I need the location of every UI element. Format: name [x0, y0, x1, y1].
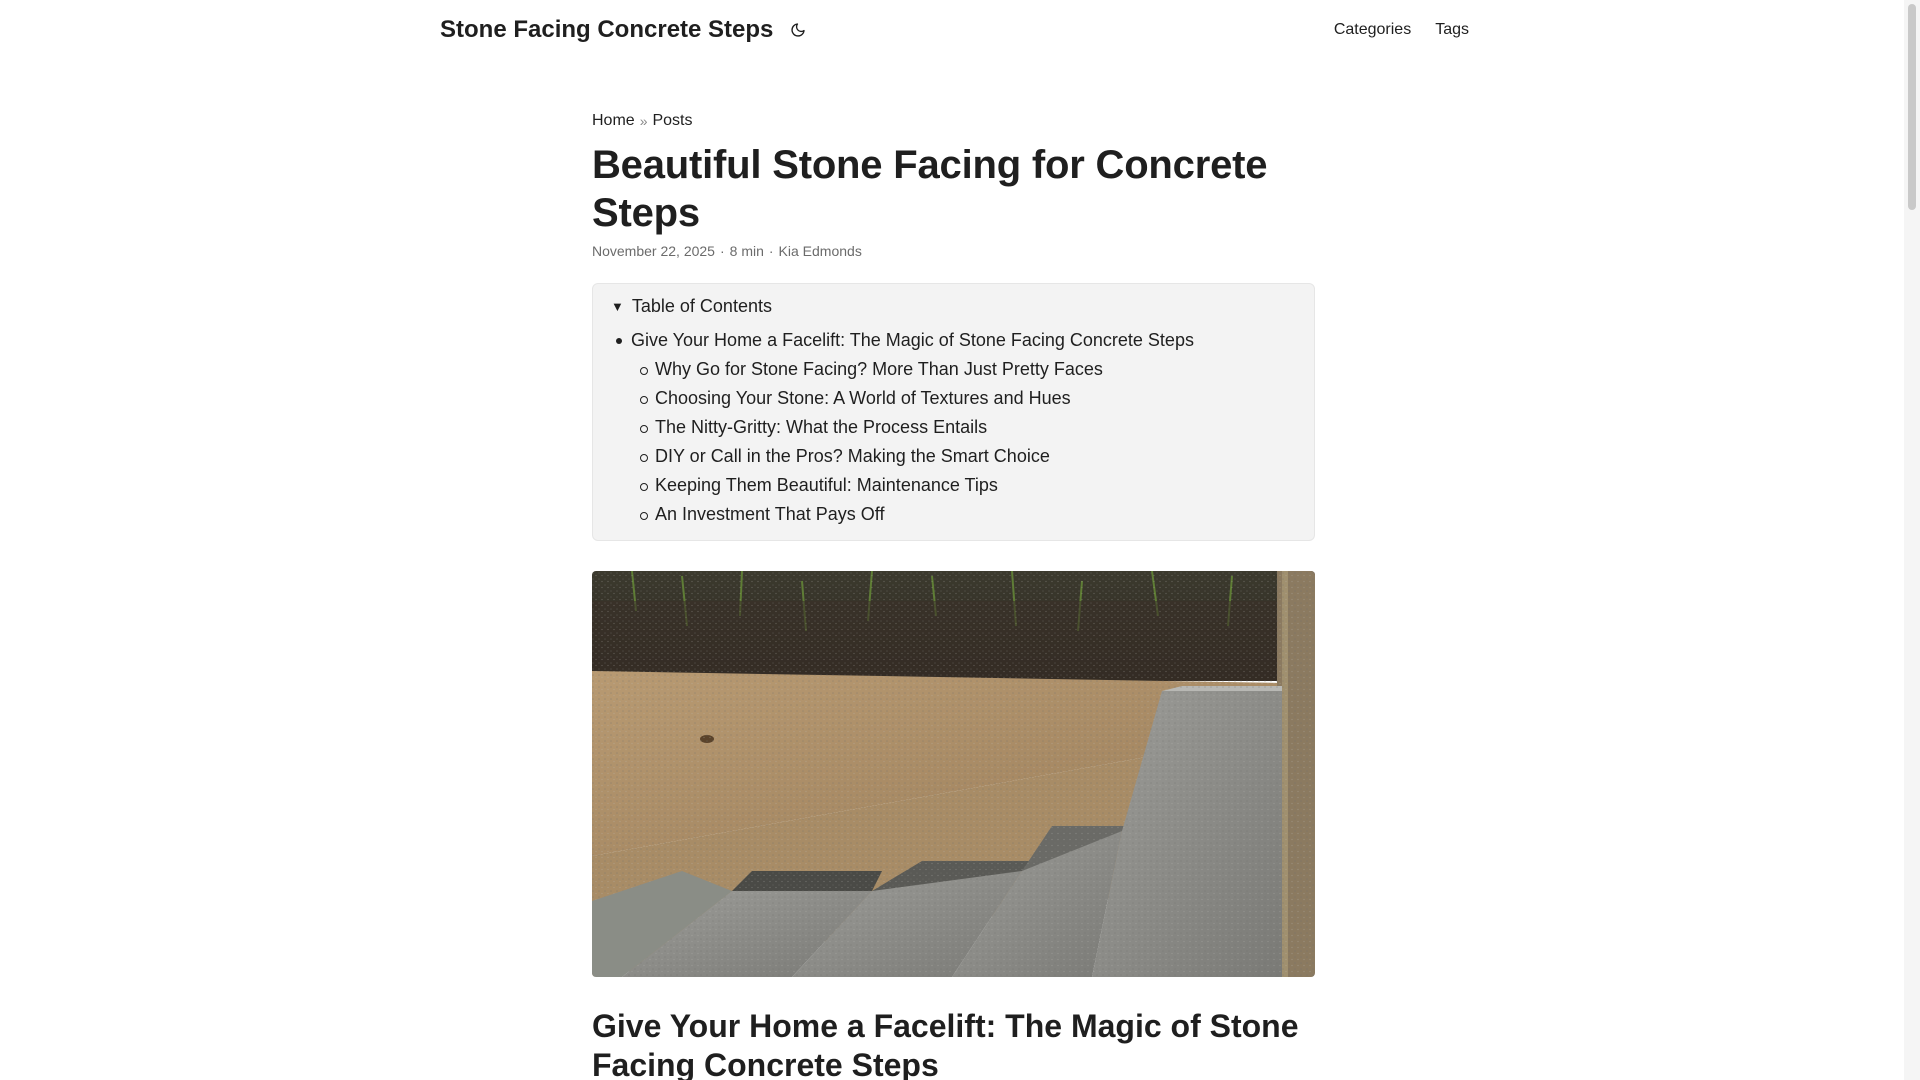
toc-link[interactable]: Why Go for Stone Facing? More Than Just …	[655, 359, 1103, 379]
main-content: Home » Posts Beautiful Stone Facing for …	[592, 110, 1315, 1080]
meta-separator: ·	[719, 243, 725, 259]
toc-subitem: Choosing Your Stone: A World of Textures…	[640, 386, 1296, 410]
logo-switches: Stone Facing Concrete Steps	[440, 16, 809, 44]
scrollbar-thumb[interactable]	[1908, 4, 1916, 210]
scrollbar[interactable]	[1904, 0, 1920, 1080]
toc-sublist: Why Go for Stone Facing? More Than Just …	[631, 357, 1296, 526]
breadcrumb: Home » Posts	[592, 110, 1315, 132]
triangle-down-icon: ▼	[611, 298, 624, 314]
post-meta: November 22, 2025 · 8 min · Kia Edmonds	[592, 243, 1315, 259]
toc-subitem: DIY or Call in the Pros? Making the Smar…	[640, 444, 1296, 468]
post-read-time: 8 min	[729, 243, 764, 259]
toc-link[interactable]: Keeping Them Beautiful: Maintenance Tips	[655, 475, 998, 495]
toc-item: Give Your Home a Facelift: The Magic of …	[616, 328, 1296, 526]
nav-item-tags[interactable]: Tags	[1435, 21, 1469, 39]
breadcrumb-posts-link[interactable]: Posts	[652, 112, 692, 130]
toc-link[interactable]: Give Your Home a Facelift: The Magic of …	[631, 330, 1194, 350]
toc-subitem: Keeping Them Beautiful: Maintenance Tips	[640, 473, 1296, 497]
toc-link[interactable]: The Nitty-Gritty: What the Process Entai…	[655, 417, 987, 437]
toc-link[interactable]: Choosing Your Stone: A World of Textures…	[655, 388, 1071, 408]
cover-image	[592, 571, 1315, 977]
toc-link[interactable]: DIY or Call in the Pros? Making the Smar…	[655, 446, 1050, 466]
nav-item-categories[interactable]: Categories	[1334, 21, 1411, 39]
toc-toggle[interactable]: ▼ Table of Contents	[611, 294, 1296, 318]
section-heading: Give Your Home a Facelift: The Magic of …	[592, 1008, 1299, 1080]
post-author: Kia Edmonds	[778, 243, 862, 259]
table-of-contents: ▼ Table of Contents Give Your Home a Fac…	[592, 283, 1315, 541]
toc-list: Give Your Home a Facelift: The Magic of …	[611, 328, 1296, 526]
toc-subitem: Why Go for Stone Facing? More Than Just …	[640, 357, 1296, 381]
page: Stone Facing Concrete Steps Categories T…	[0, 0, 1920, 1080]
breadcrumb-separator: »	[639, 113, 648, 129]
post-date: November 22, 2025	[592, 243, 715, 259]
toc-summary-label: Table of Contents	[631, 295, 772, 316]
moon-icon[interactable]	[787, 19, 809, 41]
toc-subitem: The Nitty-Gritty: What the Process Entai…	[640, 415, 1296, 439]
cover-image-illustration	[592, 571, 1315, 977]
toc-subitem: An Investment That Pays Off	[640, 502, 1296, 526]
site-header: Stone Facing Concrete Steps Categories T…	[440, 0, 1469, 60]
page-title: Beautiful Stone Facing for Concrete Step…	[592, 143, 1268, 235]
breadcrumb-home-link[interactable]: Home	[592, 112, 635, 130]
main-menu: Categories Tags	[1334, 21, 1469, 39]
meta-separator: ·	[768, 243, 774, 259]
site-logo-link[interactable]: Stone Facing Concrete Steps	[440, 16, 773, 44]
toc-link[interactable]: An Investment That Pays Off	[655, 504, 884, 524]
